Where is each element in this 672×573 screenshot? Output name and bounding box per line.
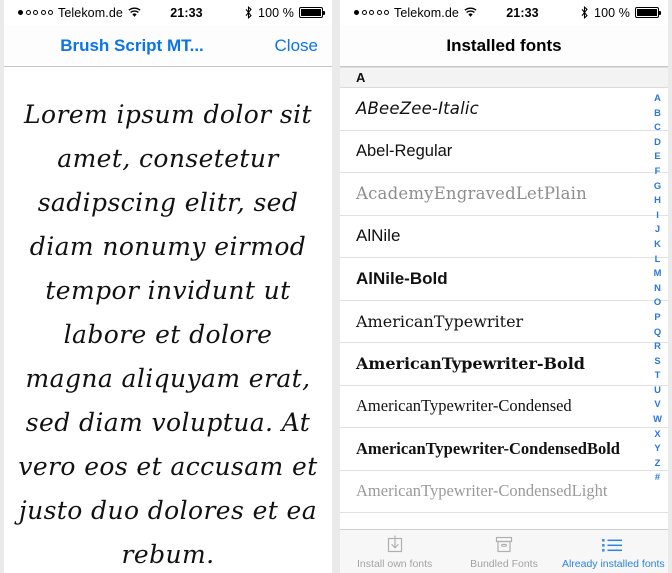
right-phone-screen: Telekom.de 21:33 100 % Installed fonts A… — [340, 0, 668, 573]
font-list-row[interactable]: AlNile — [340, 215, 668, 258]
index-letter[interactable]: T — [655, 368, 661, 383]
tab-bundled-fonts[interactable]: Bundled Fonts — [449, 530, 558, 573]
index-letter[interactable]: G — [654, 179, 661, 194]
font-rows-container: ABeeZee-Italic Abel-Regular AcademyEngrave… — [340, 88, 668, 513]
index-letter[interactable]: H — [654, 193, 661, 208]
index-letter[interactable]: Q — [654, 325, 661, 340]
font-preview-pane: Lorem ipsum dolor sit amet, consetetur s… — [4, 67, 332, 573]
font-list-row[interactable]: AlNile-Bold — [340, 258, 668, 301]
font-list-row[interactable]: AmericanTypewriter-Condensed — [340, 385, 668, 428]
index-letter[interactable]: N — [654, 281, 661, 296]
font-list-row[interactable]: ABeeZee-Italic — [340, 88, 668, 131]
index-letter[interactable]: X — [654, 427, 660, 442]
page-title-font-name: Brush Script MT... — [60, 35, 204, 55]
clock-label: 21:33 — [506, 5, 539, 20]
index-letter[interactable]: # — [655, 470, 660, 485]
carrier-label: Telekom.de — [394, 5, 459, 20]
index-letter[interactable]: C — [654, 120, 661, 135]
index-letter[interactable]: I — [656, 208, 659, 223]
status-bar-right-group: 100 % — [244, 5, 325, 20]
battery-full-icon — [635, 7, 661, 18]
index-letter[interactable]: D — [654, 135, 661, 150]
font-name-label: AmericanTypewriter-CondensedBold — [356, 438, 620, 458]
index-letter[interactable]: A — [654, 91, 661, 106]
status-bar-right: Telekom.de 21:33 100 % — [340, 0, 668, 25]
index-letter[interactable]: B — [654, 106, 661, 121]
index-letter[interactable]: J — [655, 222, 660, 237]
battery-percent-label: 100 % — [258, 5, 294, 20]
section-header-a: A — [340, 67, 668, 88]
battery-full-icon — [299, 7, 325, 18]
close-button[interactable]: Close — [275, 36, 318, 56]
nav-bar-right: Installed fonts — [340, 25, 668, 67]
status-bar-left: Telekom.de 21:33 100 % — [4, 0, 332, 25]
status-bar-left-group: Telekom.de — [354, 6, 477, 20]
index-letter[interactable]: R — [654, 339, 661, 354]
font-name-label: AmericanTypewriter — [356, 311, 524, 331]
font-name-label: AlNile-Bold — [356, 268, 448, 288]
font-name-label: AmericanTypewriter-Condensed — [356, 396, 572, 416]
bluetooth-icon — [580, 6, 589, 19]
index-letter[interactable]: K — [654, 237, 661, 252]
status-bar-left-group: Telekom.de — [18, 6, 141, 20]
font-list-row[interactable]: AmericanTypewriter-Bold — [340, 343, 668, 386]
carrier-label: Telekom.de — [58, 5, 123, 20]
font-list-row[interactable]: AcademyEngravedLetPlain — [340, 173, 668, 216]
index-letter[interactable]: P — [654, 310, 660, 325]
index-letter[interactable]: S — [654, 354, 660, 369]
installed-fonts-list[interactable]: A ABeeZee-Italic Abel-Regular AcademyEngra… — [340, 67, 668, 529]
font-list-row[interactable]: AmericanTypewriter-CondensedLight — [340, 470, 668, 513]
download-box-icon — [384, 534, 406, 556]
signal-strength-icon — [354, 10, 389, 15]
status-bar-right-group: 100 % — [580, 5, 661, 20]
index-letter[interactable]: V — [654, 397, 660, 412]
font-name-label: AcademyEngravedLetPlain — [356, 184, 587, 204]
battery-percent-label: 100 % — [594, 5, 630, 20]
index-letter[interactable]: W — [653, 412, 662, 427]
font-name-label: Abel-Regular — [356, 141, 453, 160]
bullet-list-icon — [600, 534, 626, 556]
signal-strength-icon — [18, 10, 53, 15]
font-name-label: ABeeZee-Italic — [356, 99, 479, 119]
index-letter[interactable]: U — [654, 383, 661, 398]
index-letter[interactable]: L — [655, 252, 661, 267]
alphabet-index-scrubber[interactable]: A B C D E F G H I J K L M N O P Q R S T U V W X Y Z # — [650, 91, 665, 485]
wifi-icon — [464, 7, 477, 18]
page-title-installed-fonts: Installed fonts — [446, 35, 562, 55]
tab-label: Install own fonts — [357, 557, 433, 570]
index-letter[interactable]: F — [655, 164, 661, 179]
archive-box-icon — [493, 534, 515, 556]
index-letter[interactable]: M — [654, 266, 662, 281]
nav-bar-left: Brush Script MT... Close — [4, 25, 332, 67]
wifi-icon — [128, 7, 141, 18]
tab-already-installed-fonts[interactable]: Already installed fonts — [559, 530, 668, 573]
left-phone-screen: Telekom.de 21:33 100 % Brush Script MT..… — [4, 0, 332, 573]
index-letter[interactable]: O — [654, 295, 661, 310]
dual-screenshot-container: Telekom.de 21:33 100 % Brush Script MT..… — [0, 0, 672, 573]
tab-bar: Install own fonts Bundled Fonts Already … — [340, 529, 668, 573]
font-list-row[interactable]: AmericanTypewriter-CondensedBold — [340, 428, 668, 471]
index-letter[interactable]: Y — [654, 441, 660, 456]
index-letter[interactable]: Z — [655, 456, 661, 471]
tab-label: Bundled Fonts — [470, 557, 538, 570]
clock-label: 21:33 — [170, 5, 203, 20]
index-letter[interactable]: E — [654, 149, 660, 164]
font-name-label: AlNile — [356, 226, 401, 246]
bluetooth-icon — [244, 6, 253, 19]
font-list-row[interactable]: AmericanTypewriter — [340, 300, 668, 343]
tab-install-own-fonts[interactable]: Install own fonts — [340, 530, 449, 573]
preview-specimen-text: Lorem ipsum dolor sit amet, consetetur s… — [18, 100, 318, 569]
font-list-row[interactable]: Abel-Regular — [340, 130, 668, 173]
font-name-label: AmericanTypewriter-Bold — [356, 354, 585, 374]
tab-label: Already installed fonts — [561, 557, 665, 570]
font-name-label: AmericanTypewriter-CondensedLight — [356, 481, 608, 501]
